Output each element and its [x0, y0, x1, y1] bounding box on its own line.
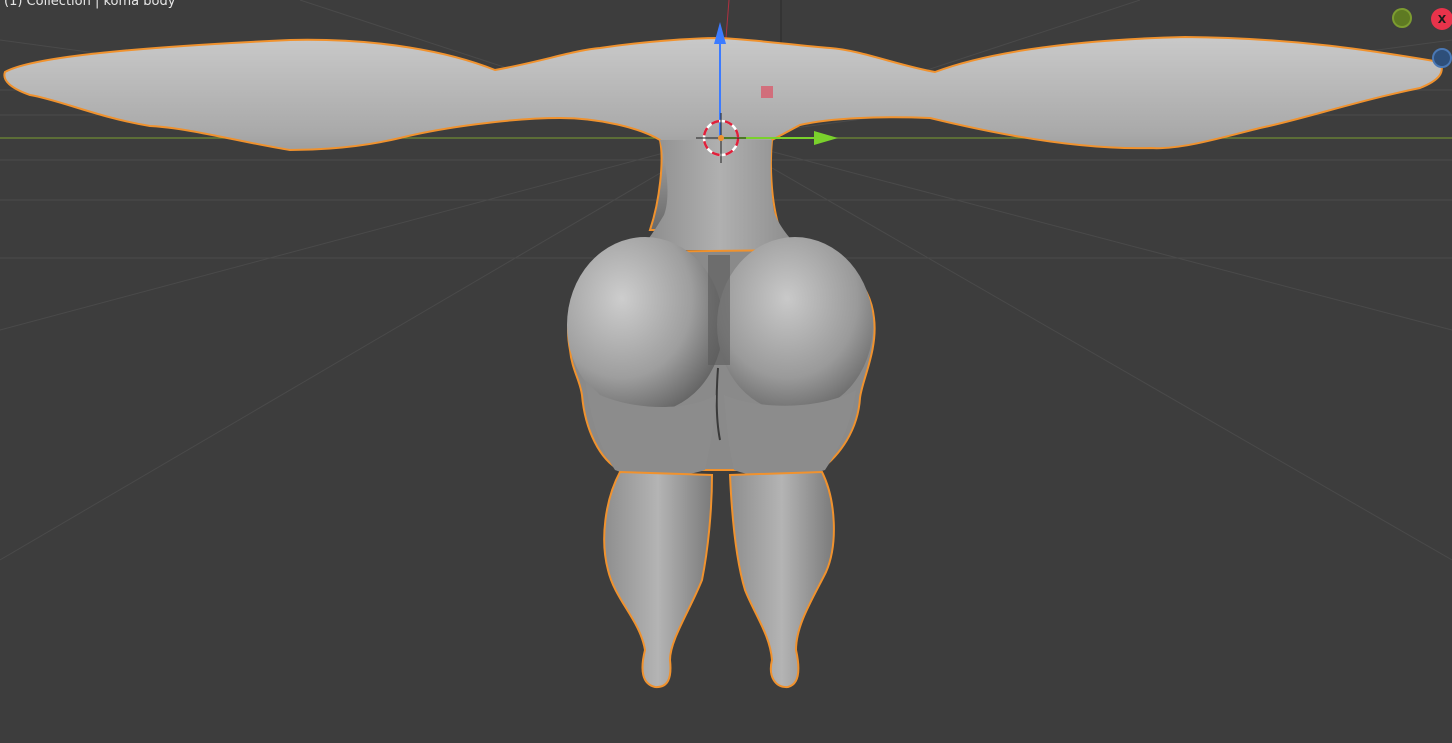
y-arrow-head[interactable]: [814, 131, 838, 145]
origin-dot: [718, 135, 724, 141]
left-leg: [603, 470, 714, 689]
right-buttock: [717, 237, 873, 413]
cleft-shadow: [708, 255, 730, 365]
x-plane-handle[interactable]: [761, 86, 773, 98]
viewport-info-text: (1) Collection | koma body: [4, 0, 176, 9]
mesh-koma-body[interactable]: [3, 35, 1443, 689]
navigation-gizmo-y-neg[interactable]: [1392, 8, 1412, 28]
navigation-gizmo-x-axis[interactable]: X: [1431, 8, 1452, 30]
navigation-gizmo-z-neg[interactable]: [1432, 48, 1452, 68]
z-arrow-head[interactable]: [714, 22, 726, 44]
3d-viewport[interactable]: [0, 0, 1452, 743]
right-leg: [728, 470, 835, 689]
red-axis-line: [725, 0, 730, 39]
